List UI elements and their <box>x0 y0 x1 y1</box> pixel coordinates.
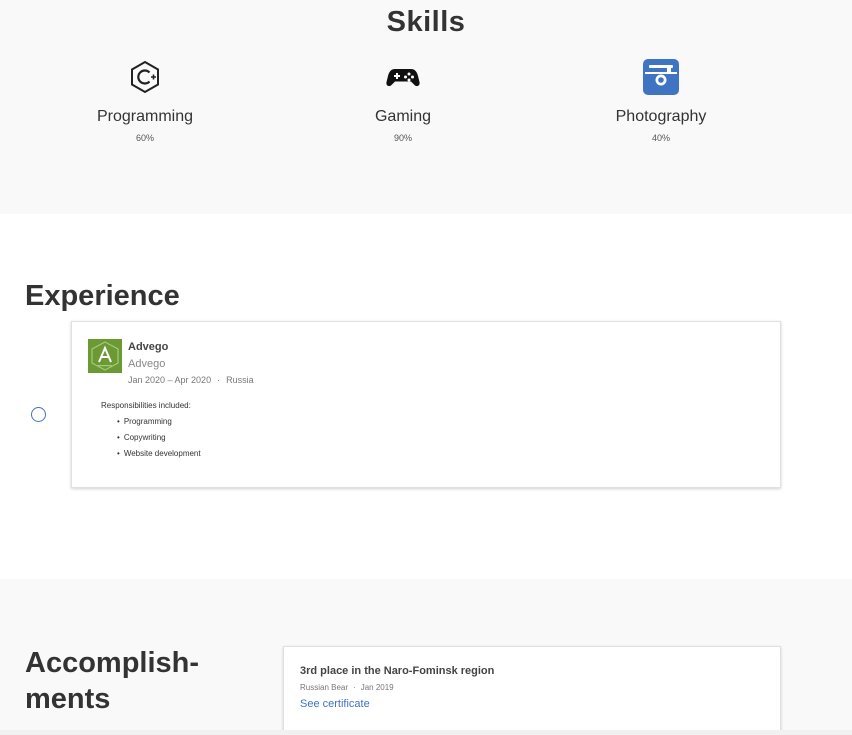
job-meta: Jan 2020 – Apr 2020 · Russia <box>128 375 254 385</box>
skill-gaming: Gaming 90% <box>303 59 503 143</box>
skill-percent: 40% <box>651 133 670 143</box>
accomplishment-issuer: Russian Bear <box>300 683 349 692</box>
list-item: Copywriting <box>117 433 201 449</box>
responsibilities-label: Responsibilities included: <box>101 401 191 410</box>
accomplishment-card: 3rd place in the Naro-Fominsk region Rus… <box>283 646 781 735</box>
gamepad-icon <box>385 59 421 95</box>
accomplishment-title: 3rd place in the Naro-Fominsk region <box>300 665 495 677</box>
job-location: Russia <box>226 375 254 385</box>
skill-programming: Programming 60% <box>45 59 245 143</box>
job-dates: Jan 2020 – Apr 2020 <box>128 375 212 385</box>
skills-section: Skills Programming 60% Gaming 90% Photog… <box>0 0 852 214</box>
accomplishment-date: Jan 2019 <box>360 683 394 692</box>
list-item: Programming <box>117 417 201 433</box>
experience-card: Advego Advego Jan 2020 – Apr 2020 · Russia… <box>71 321 781 488</box>
skill-name: Programming <box>96 108 194 125</box>
skill-photography: Photography 40% <box>561 59 761 143</box>
job-company: Advego <box>128 341 169 353</box>
accomplishment-meta-separator: · <box>353 683 356 692</box>
bottom-divider <box>0 730 852 735</box>
experience-title: Experience <box>25 280 180 312</box>
c-language-icon <box>127 59 163 95</box>
job-organization: Advego <box>128 358 166 370</box>
accomplishment-meta: Russian Bear · Jan 2019 <box>300 683 394 692</box>
job-meta-separator: · <box>217 375 221 385</box>
skill-percent: 60% <box>135 133 154 143</box>
skill-name: Photography <box>615 108 707 125</box>
skill-name: Gaming <box>374 108 432 125</box>
accomplishments-title: Accomplish- ments <box>25 647 200 715</box>
camera-icon <box>643 59 679 95</box>
experience-section: Experience Advego Advego Jan 2020 – Apr … <box>0 214 852 579</box>
timeline-dot <box>31 407 46 422</box>
responsibilities-list: Programming Copywriting Website developm… <box>117 417 201 465</box>
list-item: Website development <box>117 449 201 465</box>
see-certificate-link[interactable]: See certificate <box>300 698 370 710</box>
company-logo <box>88 339 122 373</box>
skill-percent: 90% <box>393 133 412 143</box>
accomplishments-section: Accomplish- ments 3rd place in the Naro-… <box>0 579 852 735</box>
skills-title: Skills <box>386 6 466 38</box>
